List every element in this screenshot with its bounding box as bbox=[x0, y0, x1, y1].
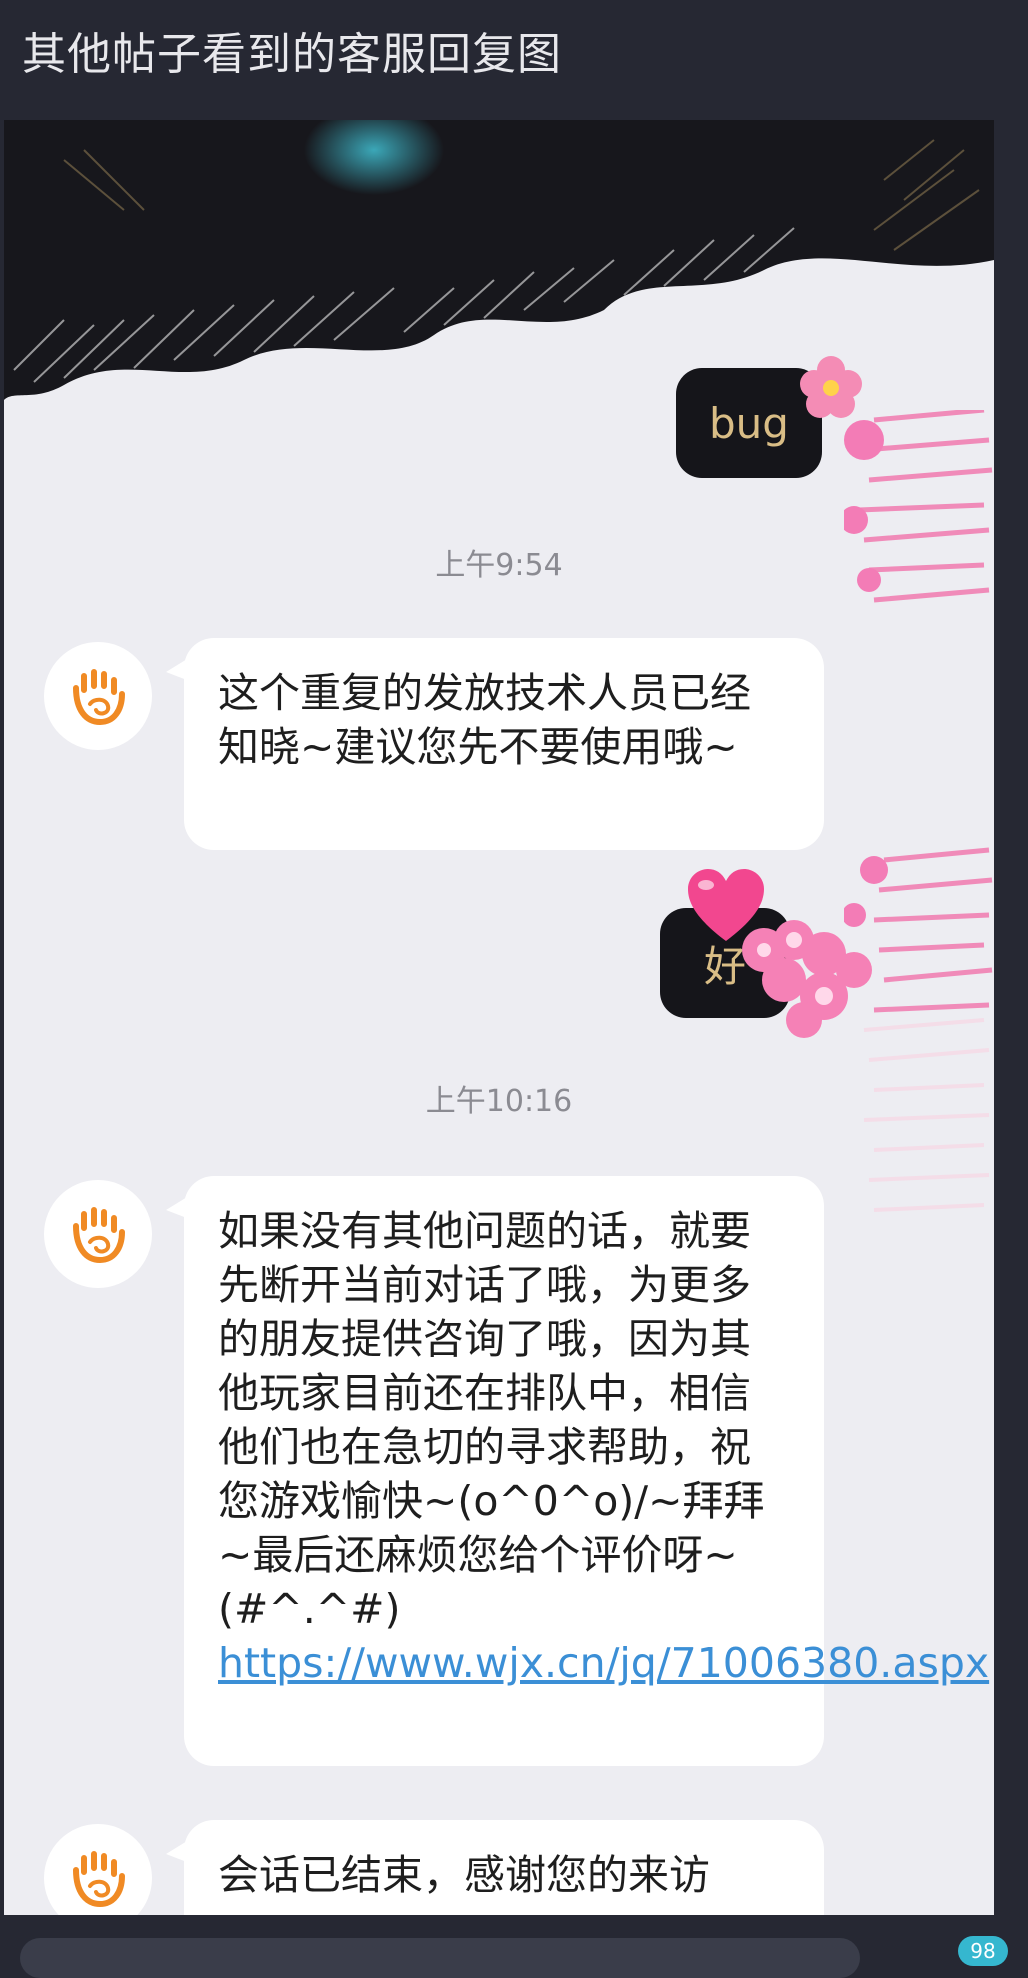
outgoing-message-text: bug bbox=[709, 398, 789, 448]
incoming-message-bubble: 这个重复的发放技术人员已经知晓~建议您先不要使用哦~ bbox=[166, 638, 824, 850]
notification-badge[interactable]: 98 bbox=[958, 1936, 1008, 1966]
flower-sticker-icon bbox=[800, 356, 862, 418]
incoming-message-bubble: 如果没有其他问题的话，就要先断开当前对话了哦，为更多的朋友提供咨询了哦，因为其他… bbox=[166, 1176, 989, 1766]
timestamp: 上午9:54 bbox=[435, 548, 563, 583]
incoming-message-text: 如果没有其他问题的话，就要先断开当前对话了哦，为更多的朋友提供咨询了哦，因为其他… bbox=[218, 1207, 765, 1633]
timestamp: 上午10:16 bbox=[425, 1084, 573, 1119]
agent-avatar[interactable] bbox=[44, 1824, 152, 1915]
flower-cluster-sticker-icon bbox=[742, 920, 872, 1038]
survey-link[interactable]: https://www.wjx.cn/jq/71006380.aspx bbox=[218, 1636, 989, 1690]
incoming-message-bubble: 会话已结束，感谢您的来访 bbox=[166, 1820, 824, 1915]
chat-screenshot: bug 上午9:54 这个重复的发放技术人员已经知晓~建议您先不要使用哦~ 好 bbox=[4, 120, 994, 1915]
orange-hand-logo-icon bbox=[73, 1207, 125, 1264]
orange-hand-logo-icon bbox=[73, 669, 125, 726]
incoming-message-text: 这个重复的发放技术人员已经知晓~建议您先不要使用哦~ bbox=[218, 669, 751, 771]
incoming-message-text: 会话已结束，感谢您的来访 bbox=[218, 1851, 710, 1899]
agent-avatar[interactable] bbox=[44, 642, 152, 750]
reply-input[interactable] bbox=[20, 1938, 860, 1978]
agent-avatar[interactable] bbox=[44, 1180, 152, 1288]
orange-hand-logo-icon bbox=[73, 1851, 125, 1908]
post-title: 其他帖子看到的客服回复图 bbox=[22, 29, 562, 80]
